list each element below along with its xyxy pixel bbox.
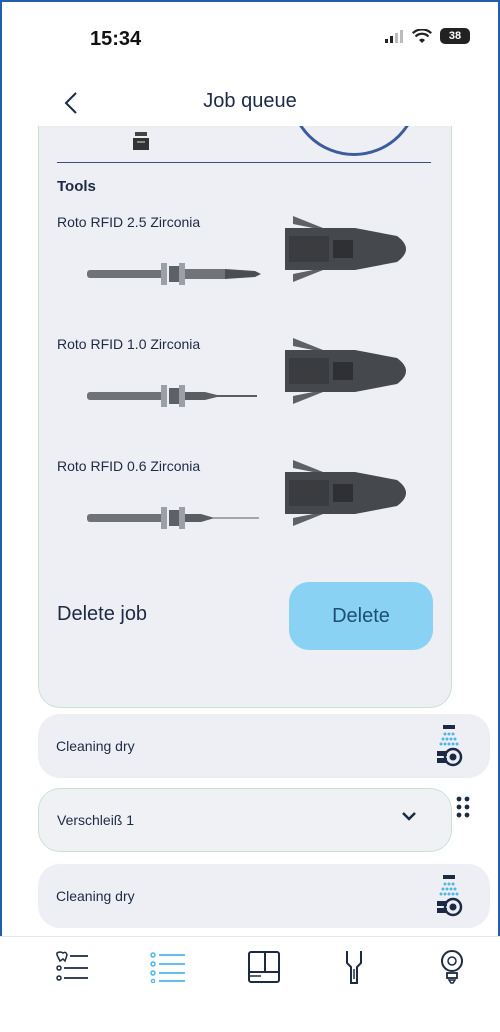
layout-icon	[248, 951, 280, 983]
status-icons: 38	[384, 28, 470, 44]
tooth-list-icon	[56, 951, 88, 981]
job-queue-list[interactable]: Tools Roto RFID 2.5 Zirconia Roto RFID 1…	[0, 126, 500, 936]
status-time: 15:34	[90, 28, 142, 50]
tab-tools[interactable]	[334, 947, 374, 987]
tab-tooth-list[interactable]	[52, 947, 92, 987]
material-icon	[133, 132, 149, 150]
signal-icon	[385, 30, 403, 43]
bulb-icon	[441, 950, 463, 984]
queue-item-selected[interactable]: Verschleiß 1	[38, 788, 452, 852]
queue-item-label: Cleaning dry	[56, 738, 135, 754]
list-icon	[150, 952, 185, 983]
queue-item[interactable]: Cleaning dry	[38, 864, 490, 928]
tools-heading: Tools	[57, 178, 96, 195]
drill-bit-icon	[87, 385, 257, 407]
queue-item-label: Cleaning dry	[56, 888, 135, 904]
cleaning-spray-icon	[437, 725, 463, 767]
tab-layout[interactable]	[244, 947, 284, 987]
page-title: Job queue	[203, 90, 297, 112]
drill-bit-icon	[87, 263, 261, 285]
cleaning-spray-icon	[437, 875, 463, 917]
chevron-down-icon[interactable]	[401, 811, 417, 823]
tab-bar	[0, 936, 500, 1032]
status-bar: 15:34 38	[0, 0, 500, 76]
drill-bit-icon	[87, 507, 259, 529]
delete-job-label: Delete job	[57, 603, 148, 625]
tool-name: Roto RFID 1.0 Zirconia	[57, 336, 201, 352]
tab-job-queue[interactable]	[148, 947, 188, 987]
tool-name: Roto RFID 0.6 Zirconia	[57, 458, 201, 474]
battery-icon: 38	[440, 28, 470, 44]
tool-holder-icon	[285, 216, 406, 282]
delete-button[interactable]: Delete	[289, 582, 433, 650]
tab-hints[interactable]	[432, 947, 472, 987]
divider	[57, 162, 431, 163]
queue-item[interactable]: Cleaning dry	[38, 714, 490, 778]
queue-item-label: Verschleiß 1	[57, 812, 135, 828]
tool-icon	[346, 951, 362, 984]
tool-name: Roto RFID 2.5 Zirconia	[57, 214, 201, 230]
tool-holder-icon	[285, 338, 406, 404]
progress-ring	[289, 126, 419, 156]
drag-handle-icon[interactable]	[456, 796, 470, 818]
tool-holder-icon	[285, 460, 406, 526]
wifi-icon	[412, 28, 432, 43]
header: Job queue	[0, 80, 500, 126]
job-detail-card: Tools Roto RFID 2.5 Zirconia Roto RFID 1…	[38, 126, 452, 708]
